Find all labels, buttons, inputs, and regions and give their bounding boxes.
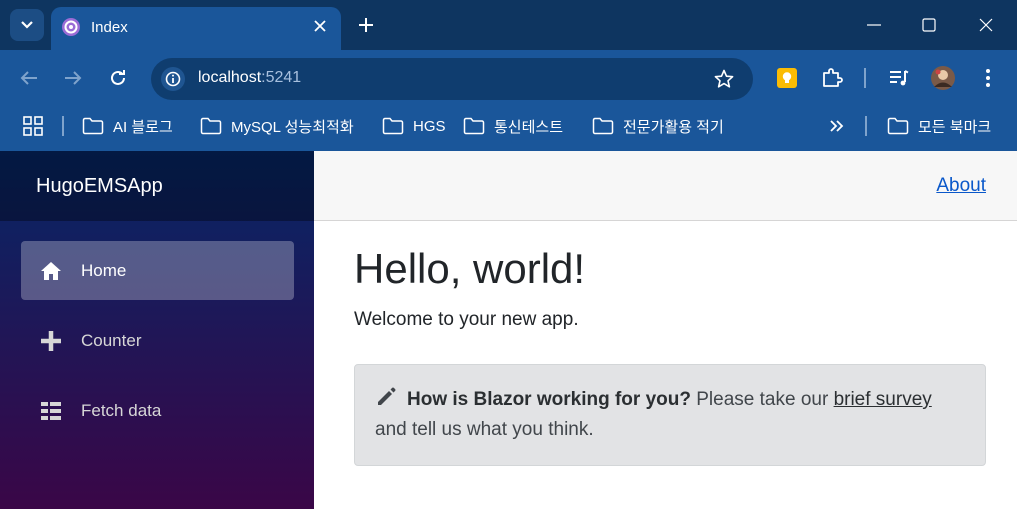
survey-link[interactable]: brief survey [834, 389, 932, 410]
puzzle-icon [823, 68, 843, 87]
nav-item-label: Home [81, 260, 127, 280]
welcome-text: Welcome to your new app. [354, 309, 579, 330]
apps-grid-icon[interactable] [22, 115, 44, 137]
arrow-right-icon [65, 71, 82, 85]
tab-strip: Index [0, 0, 1017, 50]
info-icon [165, 71, 181, 87]
maximize-button[interactable] [915, 12, 943, 38]
minimize-icon [867, 24, 881, 26]
blazor-favicon-icon [62, 18, 80, 36]
extensions-button[interactable] [818, 64, 846, 92]
reload-icon [111, 70, 125, 85]
browser-tab[interactable]: Index [51, 7, 341, 50]
bookmark-separator [865, 116, 867, 136]
keep-bulb-icon [777, 68, 797, 88]
bookmark-label: 모든 북마크 [918, 118, 992, 136]
star-icon [714, 69, 734, 88]
bookmark-folder[interactable]: 통신테스트 [463, 114, 563, 138]
tab-title: Index [91, 19, 128, 36]
nav-item-counter[interactable]: Counter [21, 311, 294, 370]
tab-close-button[interactable] [311, 17, 329, 35]
brand-link[interactable]: HugoEMSApp [36, 175, 163, 198]
nav-item-fetch-data[interactable]: Fetch data [21, 381, 294, 440]
folder-icon [382, 117, 404, 135]
new-tab-button[interactable] [354, 13, 378, 37]
list-icon [39, 399, 63, 423]
avatar-icon [931, 66, 955, 90]
more-bookmarks-button[interactable] [826, 114, 848, 138]
folder-icon [592, 117, 614, 135]
browser-chrome: Index localhost:5241 AI 블로그 MySQL 성능최적화 … [0, 0, 1017, 151]
menu-button[interactable] [974, 64, 1002, 92]
survey-question: How is Blazor working for you? [407, 389, 691, 410]
forward-button[interactable] [59, 64, 87, 92]
bookmark-label: 통신테스트 [494, 118, 564, 136]
bookmark-separator [62, 116, 64, 136]
minimize-button[interactable] [860, 12, 888, 38]
survey-tail: and tell us what you think. [375, 419, 594, 440]
arrow-left-icon [20, 71, 37, 85]
url-text: localhost:5241 [198, 69, 301, 87]
bookmark-folder[interactable]: MySQL 성능최적화 [200, 114, 354, 138]
media-control-button[interactable] [885, 64, 913, 92]
folder-icon [200, 117, 222, 135]
main-content: About Hello, world! Welcome to your new … [314, 151, 1017, 509]
address-bar[interactable]: localhost:5241 [151, 58, 753, 100]
folder-icon [82, 117, 104, 135]
plus-icon [359, 18, 373, 32]
url-host: localhost [198, 69, 262, 86]
bookmark-folder[interactable]: AI 블로그 [82, 114, 173, 138]
survey-prompt: How is Blazor working for you? Please ta… [354, 364, 986, 466]
bookmark-label: 전문가활용 적기 [623, 118, 724, 136]
bookmarks-bar: AI 블로그 MySQL 성능최적화 HGS 통신테스트 전문가활용 적기 모든… [0, 106, 1017, 151]
nav-item-label: Counter [81, 330, 142, 350]
pencil-icon [375, 386, 397, 408]
chevron-down-icon [21, 21, 33, 29]
all-bookmarks-folder[interactable]: 모든 북마크 [887, 114, 991, 138]
plus-icon [39, 329, 63, 353]
survey-line: How is Blazor working for you? Please ta… [375, 385, 932, 415]
folder-icon [463, 117, 485, 135]
close-icon [979, 18, 993, 32]
page-title: Hello, world! [354, 245, 586, 292]
reload-button[interactable] [104, 64, 132, 92]
profile-avatar-button[interactable] [929, 64, 957, 92]
nav-item-label: Fetch data [81, 400, 162, 420]
url-port: :5241 [261, 69, 302, 86]
maximize-icon [922, 18, 936, 32]
survey-prompt-text: Please take our [696, 389, 829, 410]
bookmark-label: AI 블로그 [113, 118, 173, 136]
media-queue-icon [890, 70, 909, 86]
home-icon [39, 259, 63, 283]
about-link[interactable]: About [936, 175, 986, 197]
site-info-button[interactable] [161, 67, 185, 91]
sidebar-header: HugoEMSApp [0, 151, 314, 221]
tab-search-button[interactable] [10, 9, 44, 41]
bookmark-star-button[interactable] [713, 68, 735, 90]
sidebar: HugoEMSApp Home Counter Fetch data [0, 151, 314, 509]
browser-toolbar: localhost:5241 [0, 50, 1017, 106]
extension-keep-button[interactable] [773, 64, 801, 92]
bookmark-folder[interactable]: HGS [382, 114, 446, 138]
bookmark-folder[interactable]: 전문가활용 적기 [592, 114, 724, 138]
close-icon [314, 20, 326, 32]
window-close-button[interactable] [972, 12, 1000, 38]
back-button[interactable] [15, 64, 43, 92]
top-row: About [314, 151, 1017, 221]
nav-item-home[interactable]: Home [21, 241, 294, 300]
double-chevron-right-icon [830, 120, 844, 132]
folder-icon [887, 117, 909, 135]
toolbar-separator [864, 68, 866, 88]
bookmark-label: MySQL 성능최적화 [231, 118, 354, 136]
more-vert-icon [986, 69, 990, 87]
bookmark-label: HGS [413, 117, 446, 135]
